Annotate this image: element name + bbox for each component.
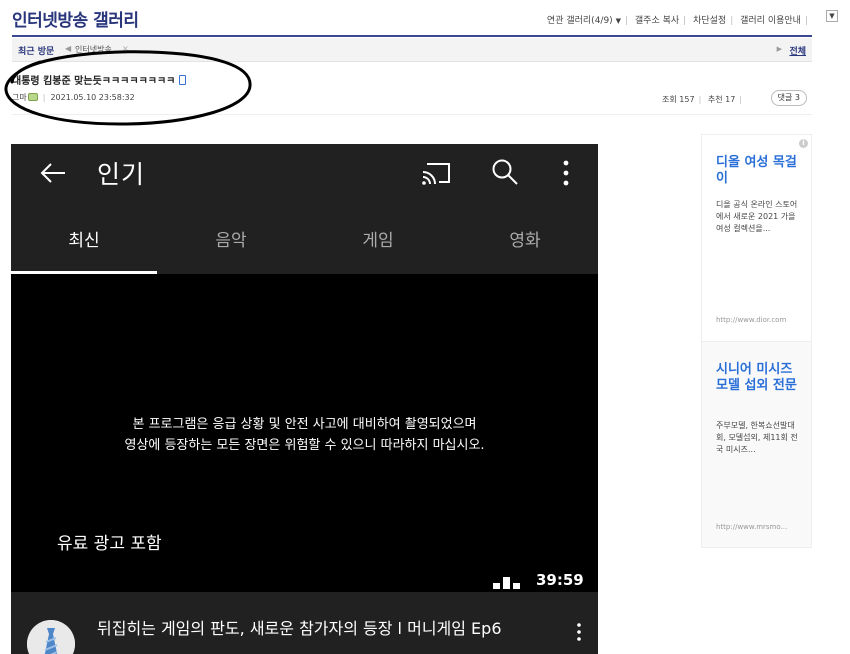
notice-line: 본 프로그램은 응급 상황 및 안전 사고에 대비하여 촬영되었으며 (132, 417, 477, 432)
channel-avatar (27, 620, 75, 654)
ad-headline[interactable]: 시니어 미시즈모델 섭외 전문 (716, 362, 800, 394)
signal-bars-icon (493, 577, 520, 589)
gallery-guide-link[interactable]: 갤러리 이용안내 (740, 16, 801, 26)
recommend-count: 17 (725, 95, 736, 104)
title-divider (12, 35, 812, 37)
user-badge-icon[interactable] (27, 93, 38, 101)
chevron-right-icon[interactable]: ▶ (777, 45, 782, 53)
ad-item[interactable]: 시니어 미시즈모델 섭외 전문 주부모델, 한복쇼선발대회, 모델섭외, 제11… (702, 341, 811, 547)
post-meta: 그마 | 2021.05.10 23:58:32 (12, 93, 135, 102)
post-title-text: 대통령 킴봉준 맞는듯ㅋㅋㅋㅋㅋㅋㅋㅋ (12, 76, 176, 87)
ad-url[interactable]: http://www.dior.com (716, 316, 786, 324)
view-all-link[interactable]: 전체 (789, 44, 806, 57)
recent-visit-bar: 최근 방문 ◀ 인터넷방송 × ▶ 전체 (12, 38, 812, 62)
notice-line: 영상에 등장하는 모든 장면은 위험할 수 있으니 따라하지 마십시오. (124, 438, 485, 453)
post-divider (12, 114, 812, 115)
ad-description[interactable]: 디올 공식 온라인 스토어에서 새로운 2021 가을 여성 컬렉션을... (716, 199, 802, 235)
post-image: 인기 최신 음악 게임 영화 본 프로그램은 응급 상황 및 안전 사고에 대비… (11, 144, 598, 654)
mobile-icon (179, 75, 187, 85)
gallery-title[interactable]: 인터넷방송 갤러리 (12, 6, 139, 31)
dropdown-toggle-icon[interactable]: ▼ (826, 10, 838, 22)
video-duration: 39:59 (536, 571, 584, 589)
cast-icon (422, 163, 450, 185)
views-label: 조회 (662, 95, 677, 104)
recent-visit-item[interactable]: 인터넷방송 (75, 44, 112, 55)
chevron-left-icon[interactable]: ◀ (65, 44, 71, 53)
ad-url[interactable]: http://www.mrsmo... (716, 523, 787, 531)
tab-game: 게임 (362, 231, 394, 251)
search-icon (492, 159, 518, 185)
close-icon[interactable]: × (122, 44, 129, 53)
tab-movie: 영화 (509, 231, 541, 251)
block-settings-link[interactable]: 차단설정 (693, 16, 726, 26)
video-frame: 본 프로그램은 응급 상황 및 안전 사고에 대비하여 촬영되었으며 영상에 등… (11, 274, 598, 592)
recommend-label: 추천 (707, 95, 723, 104)
comment-count-button[interactable]: 댓글 3 (770, 90, 807, 106)
recent-visit-label: 최근 방문 (18, 47, 55, 57)
video-info-bar: 뒤집히는 게임의 판도, 새로운 참가자의 등장 l 머니게임 Ep6 (11, 592, 598, 654)
paid-promotion-label: 유료 광고 포함 (57, 534, 162, 554)
video-notice: 본 프로그램은 응급 상황 및 안전 사고에 대비하여 촬영되었으며 영상에 등… (11, 414, 598, 456)
app-top-bar: 인기 (11, 144, 598, 202)
app-tabs: 최신 음악 게임 영화 (11, 202, 598, 274)
ad-info-icon[interactable]: i (799, 139, 808, 148)
header-links: 연관 갤러리(4/9) ▼ | 갤주소 복사 | 차단설정 | 갤러리 이용안내 | (546, 16, 808, 26)
chevron-down-icon[interactable]: ▼ (616, 17, 621, 25)
tab-music: 음악 (215, 231, 247, 251)
ad-headline[interactable]: 디올 여성 목걸이 (716, 155, 800, 187)
more-vertical-icon (563, 160, 569, 186)
app-title: 인기 (97, 160, 146, 189)
side-ad-panel: 디올 여성 목걸이 디올 공식 온라인 스토어에서 새로운 2021 가을 여성… (701, 134, 812, 548)
author-nickname[interactable]: 그마 (12, 93, 27, 102)
video-title: 뒤집히는 게임의 판도, 새로운 참가자의 등장 l 머니게임 Ep6 (97, 619, 502, 638)
more-vertical-icon (577, 623, 581, 641)
tab-latest: 최신 (68, 231, 100, 251)
post-date: 2021.05.10 23:58:32 (50, 93, 135, 102)
post-title: 대통령 킴봉준 맞는듯ㅋㅋㅋㅋㅋㅋㅋㅋ (12, 72, 187, 87)
ad-description[interactable]: 주부모델, 한복쇼선발대회, 모델섭외, 제11회 전국 미시즈... (716, 420, 802, 456)
post-stats: 조회 157 | 추천 17 | (662, 95, 742, 104)
copy-address-link[interactable]: 갤주소 복사 (635, 16, 679, 26)
ad-item[interactable]: 디올 여성 목걸이 디올 공식 온라인 스토어에서 새로운 2021 가을 여성… (702, 135, 811, 341)
necktie-icon (27, 620, 75, 654)
related-gallery-link[interactable]: 연관 갤러리(4/9) (547, 16, 613, 26)
views-count: 157 (679, 95, 695, 104)
arrow-left-icon (40, 163, 65, 183)
